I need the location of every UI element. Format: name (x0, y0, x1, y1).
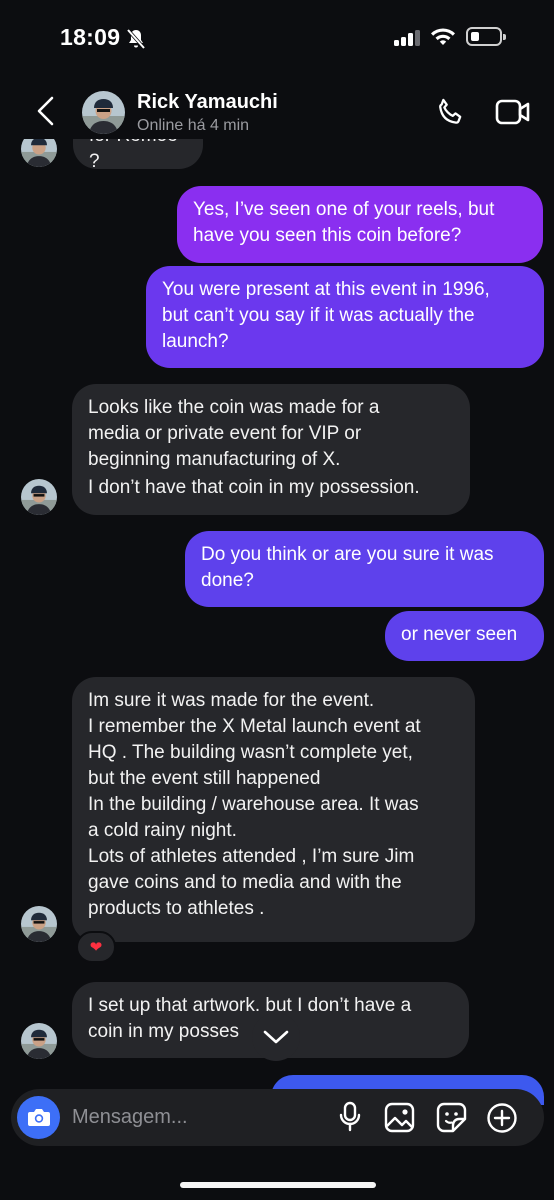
message-line: beginning manufacturing of X. (88, 449, 341, 470)
message-line: launch? (162, 331, 229, 352)
message-bubble-outgoing[interactable]: or never seen (385, 611, 544, 661)
camera-button[interactable] (17, 1096, 60, 1139)
plus-circle-icon[interactable] (486, 1102, 518, 1134)
contact-name[interactable]: Rick Yamauchi (137, 91, 278, 114)
status-time: 18:09 (60, 24, 121, 50)
cellular-signal-icon (394, 30, 422, 46)
message-line: Lots of athletes attended , I’m sure Jim (88, 846, 415, 867)
message-line: I remember the X Metal launch event at (88, 716, 421, 737)
message-line: media or private event for VIP or (88, 423, 362, 444)
camera-icon (28, 1109, 50, 1126)
scroll-to-bottom-button[interactable] (252, 1013, 300, 1061)
message-line: You were present at this event in 1996, (162, 279, 490, 300)
chevron-down-icon (263, 1030, 289, 1044)
message-line: Looks like the coin was made for a (88, 397, 380, 418)
message-line: a cold rainy night. (88, 820, 237, 841)
reaction-emoji: ❤ (89, 939, 103, 956)
message-bubble-incoming[interactable]: Looks like the coin was made for a media… (72, 384, 470, 515)
message-line: products to athletes . (88, 898, 265, 919)
message-input[interactable]: Mensagem... (72, 1106, 188, 1129)
message-line: have you seen this coin before? (193, 225, 462, 246)
heart-reaction-icon[interactable]: ❤ (76, 931, 116, 963)
message-line: or never seen (401, 624, 518, 645)
sender-avatar (21, 906, 57, 942)
message-line: Do you think or are you sure it was (201, 544, 494, 565)
back-chevron-left-icon[interactable] (35, 96, 57, 126)
message-line: for Remoe ? (89, 139, 178, 172)
message-bubble-outgoing[interactable]: Yes, I’ve seen one of your reels, but ha… (177, 186, 543, 263)
microphone-icon[interactable] (338, 1101, 362, 1133)
message-bubble-outgoing[interactable]: Do you think or are you sure it was done… (185, 531, 544, 607)
sender-avatar (21, 479, 57, 515)
message-bubble-incoming[interactable]: for Remoe ? (73, 139, 203, 172)
phone-icon[interactable] (434, 95, 468, 129)
message-line: In the building / warehouse area. It was (88, 794, 419, 815)
message-bubble-outgoing[interactable]: You were present at this event in 1996, … (146, 266, 544, 368)
message-line: HQ . The building wasn’t complete yet, (88, 742, 413, 763)
message-line: but the event still happened (88, 768, 321, 789)
sticker-icon[interactable] (436, 1102, 467, 1133)
contact-avatar[interactable] (82, 91, 125, 134)
message-line: but can’t you say if it was actually the (162, 305, 475, 326)
message-line: Yes, I’ve seen one of your reels, but (193, 199, 495, 220)
sender-avatar (21, 139, 57, 167)
message-line: Im sure it was made for the event. (88, 690, 375, 711)
sender-avatar (21, 1023, 57, 1059)
message-line: I don’t have that coin in my possession. (88, 477, 420, 498)
bell-muted-icon (126, 28, 146, 50)
video-camera-icon[interactable] (494, 96, 532, 128)
image-gallery-icon[interactable] (384, 1102, 415, 1133)
message-line: gave coins and to media and with the (88, 872, 402, 893)
message-list-top-clip: for Remoe ? (0, 139, 554, 179)
wifi-icon (431, 28, 455, 45)
battery-icon (466, 27, 506, 46)
home-indicator[interactable] (180, 1182, 376, 1188)
message-bubble-incoming[interactable]: Im sure it was made for the event. I rem… (72, 677, 475, 942)
contact-status: Online há 4 min (137, 117, 250, 134)
message-line: done? (201, 570, 254, 591)
